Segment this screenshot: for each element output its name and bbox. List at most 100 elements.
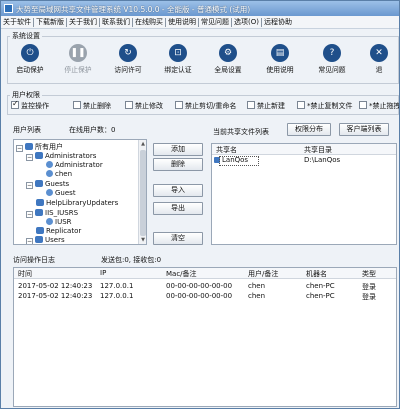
perm-no-modify[interactable]: 禁止修改 [125,101,163,113]
question-icon: ? [329,48,335,58]
user-icon [46,189,53,196]
menu-remote-assist[interactable]: 远程协助 [262,16,294,29]
toolbar: ⏻ 启动保护 ❚❚ 停止保护 ↻ 访问许可 ⊡ 绑定认证 ⚙ 全局设置 ▤ 使用… [5,41,399,83]
shared-files-label: 当前共享文件列表 [213,128,269,136]
group-icon [35,152,43,159]
collapse-icon[interactable]: − [26,182,33,189]
perm-no-cut-rename[interactable]: 禁止剪切/重命名 [175,101,236,113]
app-icon [4,4,13,13]
table-row[interactable]: 2017-05-02 12:40:23 127.0.0.1 00-00-00-0… [14,282,396,292]
perm-no-drag[interactable]: *禁止拖拽文 [359,101,399,113]
log-header: 时间 IP Mac/备注 用户/备注 机器名 类型 [14,268,396,279]
clear-button[interactable]: 清空 [153,232,203,245]
perm-no-delete[interactable]: 禁止删除 [73,101,111,113]
group-icon [36,227,44,234]
stop-protection-button[interactable]: ❚❚ 停止保护 [53,41,103,81]
group-icon [25,143,33,150]
tree-node-group[interactable]: HelpLibraryUpdaters [36,199,118,209]
tree-node-user[interactable]: Guest [46,189,76,199]
user-tree[interactable]: − 所有用户 − Administrators Administrator chen… [13,139,147,245]
scroll-down-icon[interactable]: ▼ [139,236,146,244]
checkbox[interactable] [297,101,305,109]
collapse-icon[interactable]: − [16,145,23,152]
menu-help[interactable]: 使用说明 [166,16,198,29]
perm-monitor[interactable]: 监控操作 [11,99,49,113]
checkbox[interactable] [125,101,133,109]
import-button[interactable]: 导入 [153,184,203,197]
exit-icon: ✕ [375,48,383,58]
collapse-icon[interactable]: − [26,154,33,161]
window-title: 大势至局域网共享文件管理系统 V10.5.0.0 - 全能版 - 普通模式 (试… [16,5,251,14]
menu-contact[interactable]: 联系我们 [100,16,132,29]
perm-no-create[interactable]: 禁止新建 [247,101,285,113]
global-settings-button[interactable]: ⚙ 全局设置 [203,41,253,81]
tree-scrollbar[interactable]: ▲ ▼ [138,140,146,244]
collapse-icon[interactable]: − [26,238,33,244]
client-list-button[interactable]: 客户端列表 [339,123,389,136]
menu-download[interactable]: 下载新版 [34,16,66,29]
main-window: 大势至局域网共享文件管理系统 V10.5.0.0 - 全能版 - 普通模式 (试… [0,0,400,409]
list-item[interactable]: LanQos D:\LanQos [212,156,396,166]
access-log-label: 访问操作日志 [13,256,55,264]
exit-button[interactable]: ✕ 退 [359,41,399,81]
power-icon: ⏻ [26,48,34,58]
group-icon [35,180,43,187]
checkbox-checked[interactable] [11,99,19,109]
checkbox[interactable] [175,101,183,109]
usage-guide-button[interactable]: ▤ 使用说明 [255,41,305,81]
user-icon [46,218,53,225]
tree-node-group[interactable]: − Users [26,236,65,244]
shared-files-header: 共享名 共享目录 [212,144,396,155]
menu-about-us[interactable]: 关于我们 [67,16,99,29]
delete-button[interactable]: 删除 [153,158,203,171]
packet-stats: 发送包:0, 接收包:0 [101,256,162,264]
group-icon [36,199,44,206]
column-header[interactable]: 用户/备注 [248,269,278,279]
online-users-count: 在线用户数：0 [69,126,116,134]
column-header[interactable]: 机器名 [306,269,327,279]
group-icon [35,209,43,216]
shared-files-list[interactable]: 共享名 共享目录 LanQos D:\LanQos [211,143,397,245]
column-header[interactable]: Mac/备注 [166,269,197,279]
title-bar: 大势至局域网共享文件管理系统 V10.5.0.0 - 全能版 - 普通模式 (试… [1,1,399,16]
gear-icon: ⚙ [223,48,233,58]
column-header[interactable]: 共享名 [216,145,237,155]
permission-distribution-button[interactable]: 权限分布 [287,123,331,136]
column-header[interactable]: 时间 [18,269,32,279]
add-button[interactable]: 添加 [153,143,203,156]
user-icon [46,161,53,168]
menu-about-software[interactable]: 关于软件 [1,16,33,29]
menu-options[interactable]: 选项(O) [232,16,261,29]
collapse-icon[interactable]: − [26,211,33,218]
access-log-table[interactable]: 时间 IP Mac/备注 用户/备注 机器名 类型 2017-05-02 12:… [13,267,397,407]
checkbox[interactable] [359,101,367,109]
book-icon: ▤ [275,48,285,58]
menu-bar: 关于软件 下载新版 关于我们 联系我们 在线购买 使用说明 常见问题 选项(O) 远程协助 [1,16,399,29]
start-protection-button[interactable]: ⏻ 启动保护 [5,41,55,81]
group-icon [35,236,43,243]
pause-icon: ❚❚ [70,48,86,58]
tree-node-user[interactable]: chen [46,170,72,180]
system-settings-title: 系统设置 [10,31,42,41]
permissions-row: 监控操作 禁止删除 禁止修改 禁止剪切/重命名 禁止新建 *禁止复制文件 *禁止… [9,99,399,113]
scroll-up-icon[interactable]: ▲ [139,140,146,148]
perm-no-copy[interactable]: *禁止复制文件 [297,101,353,113]
checkbox[interactable] [73,101,81,109]
bind-auth-button[interactable]: ⊡ 绑定认证 [153,41,203,81]
table-row[interactable]: 2017-05-02 12:40:23 127.0.0.1 00-00-00-0… [14,292,396,302]
menu-buy[interactable]: 在线购买 [133,16,165,29]
scroll-thumb[interactable] [140,150,146,236]
user-list-label: 用户列表 [13,126,41,134]
access-permission-button[interactable]: ↻ 访问许可 [103,41,153,81]
menu-faq[interactable]: 常见问题 [199,16,231,29]
lock-icon: ⊡ [174,48,182,58]
tree-node-all-users[interactable]: − 所有用户 [16,142,63,152]
column-header[interactable]: 共享目录 [304,145,332,155]
refresh-icon: ↻ [124,48,132,58]
export-button[interactable]: 导出 [153,202,203,215]
column-header[interactable]: 类型 [362,269,376,279]
faq-button[interactable]: ? 常见问题 [307,41,357,81]
checkbox[interactable] [247,101,255,109]
user-icon [46,170,53,177]
column-header[interactable]: IP [100,269,106,277]
